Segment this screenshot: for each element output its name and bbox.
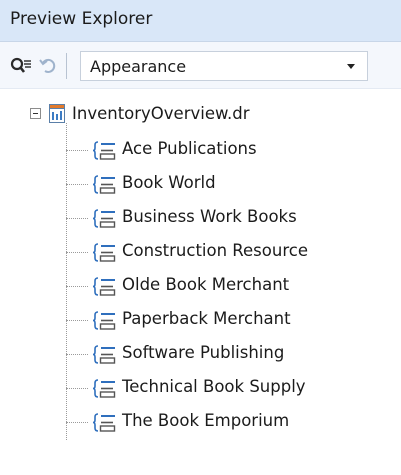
tree-node-olde-book-merchant[interactable]: Olde Book Merchant [92,274,392,298]
group-icon [92,141,116,160]
group-icon [92,175,116,194]
tree-connector-line [66,123,67,440]
tree-connector-line [66,218,88,219]
search-next-icon[interactable] [10,57,32,75]
toolbar-separator [66,53,67,79]
tree-node-business-work-books[interactable]: Business Work Books [92,206,392,230]
group-icon [92,311,116,330]
tree-node-technical-book-supply[interactable]: Technical Book Supply [92,376,392,400]
chevron-down-icon[interactable] [347,64,355,69]
tree-node-label: Book World [122,173,216,192]
tree-node-label: Construction Resource [122,241,308,260]
group-icon [92,243,116,262]
tree-connector-line [66,354,88,355]
tree-node-label: Business Work Books [122,207,297,226]
tree-connector-line [66,184,88,185]
tree-node-label: Ace Publications [122,139,257,158]
panel-title-bar: Preview Explorer [0,0,401,42]
group-icon [92,277,116,296]
collapse-toggle[interactable] [30,108,41,119]
tree-connector-line [66,286,88,287]
tree-node-ace-publications[interactable]: Ace Publications [92,138,392,162]
group-icon [92,379,116,398]
toolbar: Appearance [0,42,401,89]
tree-node-label: Technical Book Supply [122,377,306,396]
tree-node-book-world[interactable]: Book World [92,172,392,196]
tree-node-paperback-merchant[interactable]: Paperback Merchant [92,308,392,332]
tree-connector-line [66,422,88,423]
preview-tree: InventoryOverview.dr Ace Publications Bo… [0,89,401,475]
preview-explorer-panel: Preview Explorer Appearance InventoryOve… [0,0,401,475]
tree-root-label[interactable]: InventoryOverview.dr [72,104,249,123]
tree-node-label: The Book Emporium [122,411,290,430]
tree-connector-line [66,150,88,151]
tree-connector-line [66,252,88,253]
group-icon [92,413,116,432]
group-icon [92,209,116,228]
tree-node-label: Software Publishing [122,343,285,362]
tree-node-software-publishing[interactable]: Software Publishing [92,342,392,366]
tree-node-label: Paperback Merchant [122,309,291,328]
refresh-icon[interactable] [38,57,60,75]
tree-node-construction-resource[interactable]: Construction Resource [92,240,392,264]
tree-connector-line [66,388,88,389]
group-icon [92,345,116,364]
view-mode-value: Appearance [90,57,187,76]
report-file-icon [49,104,65,123]
tree-node-the-book-emporium[interactable]: The Book Emporium [92,410,392,434]
tree-node-label: Olde Book Merchant [122,275,290,294]
tree-connector-line [66,320,88,321]
panel-title: Preview Explorer [10,9,153,29]
view-mode-select[interactable]: Appearance [80,51,368,81]
